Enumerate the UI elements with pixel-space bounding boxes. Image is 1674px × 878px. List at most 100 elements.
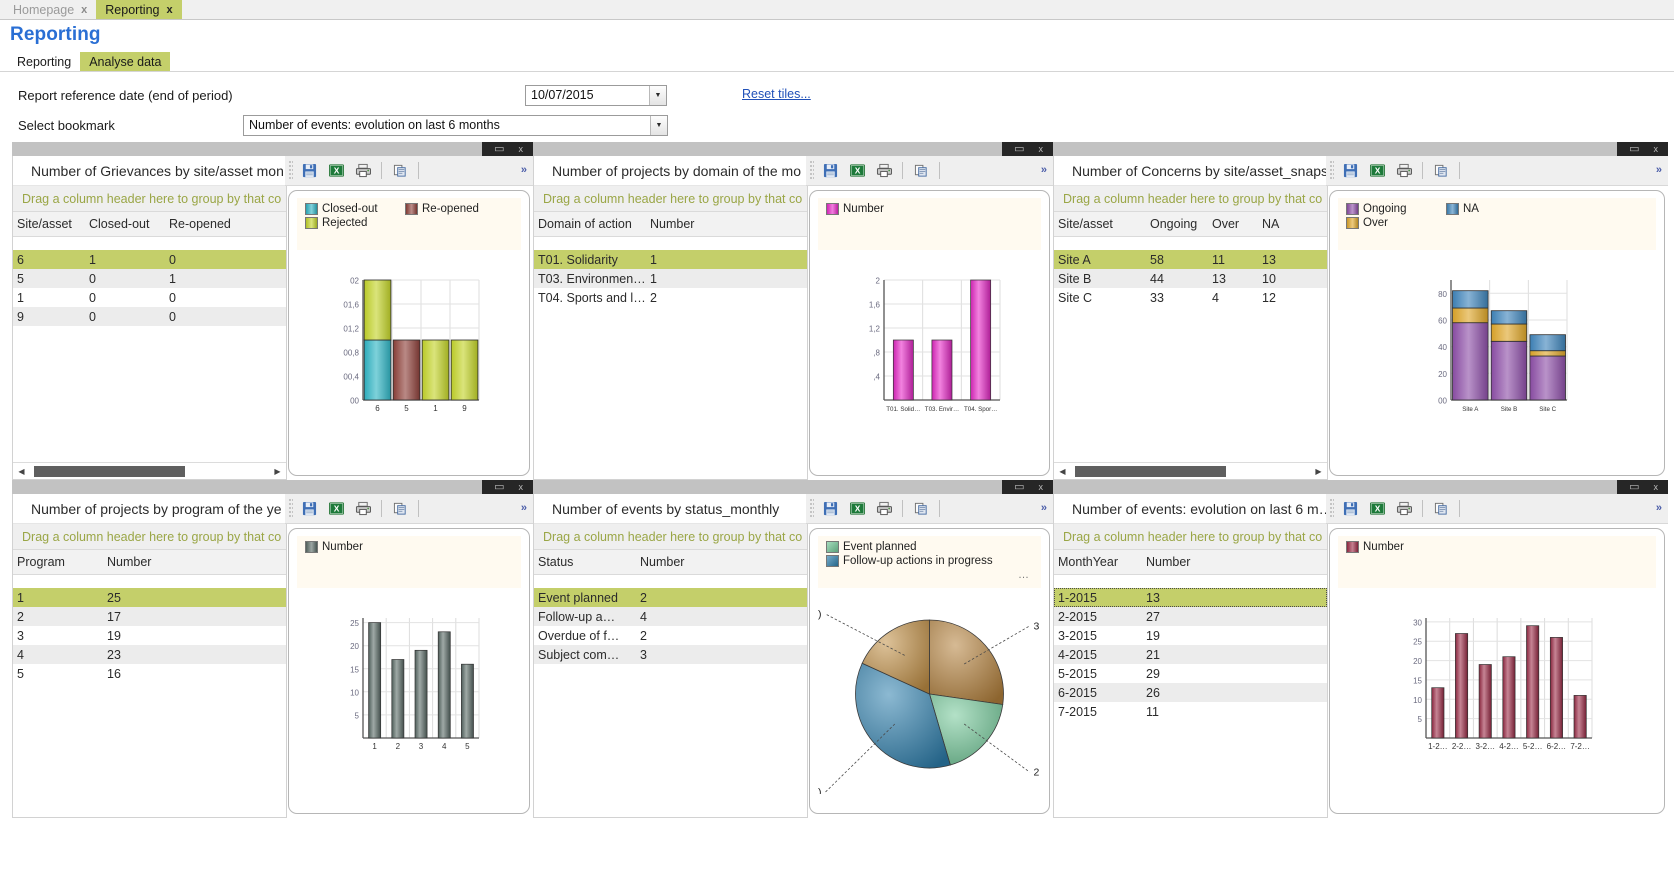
table-row[interactable]: 5 16 (13, 664, 286, 683)
table-row[interactable]: 3-2015 19 (1054, 626, 1327, 645)
table-row[interactable]: 4 23 (13, 645, 286, 664)
print-icon[interactable] (873, 160, 895, 182)
table-row[interactable]: 3 19 (13, 626, 286, 645)
save-icon[interactable] (1339, 160, 1361, 182)
print-icon[interactable] (873, 498, 895, 520)
group-by-dropzone[interactable]: Drag a column header here to group by th… (534, 524, 807, 550)
excel-export-icon[interactable]: X (325, 160, 347, 182)
table-row[interactable]: Follow-up a… 4 (534, 607, 807, 626)
table-row[interactable]: 2 17 (13, 607, 286, 626)
table-row[interactable]: 6-2015 26 (1054, 683, 1327, 702)
horizontal-scrollbar[interactable]: ◀ ▶ (13, 462, 286, 479)
reset-tiles-link[interactable]: Reset tiles... (742, 87, 811, 101)
copy-icon[interactable] (910, 160, 932, 182)
copy-icon[interactable] (389, 160, 411, 182)
column-header[interactable]: Number (1142, 555, 1212, 569)
scroll-right-icon[interactable]: ▶ (271, 467, 284, 476)
table-row[interactable]: 6 1 0 (13, 250, 286, 269)
maximize-icon[interactable]: ▭ (1629, 481, 1639, 493)
scroll-left-icon[interactable]: ◀ (15, 467, 28, 476)
maximize-icon[interactable]: ▭ (1014, 143, 1024, 155)
scroll-left-icon[interactable]: ◀ (1056, 467, 1069, 476)
print-icon[interactable] (1393, 160, 1415, 182)
table-row[interactable]: 1 0 0 (13, 288, 286, 307)
table-row[interactable]: Site A 58 11 13 (1054, 250, 1327, 269)
excel-export-icon[interactable]: X (1366, 498, 1388, 520)
scrollbar-thumb[interactable] (34, 465, 185, 477)
expand-toolbar-icon[interactable]: » (521, 164, 527, 176)
save-icon[interactable] (298, 160, 320, 182)
column-header[interactable]: Re-opened (165, 217, 260, 231)
column-header[interactable]: Site/asset (13, 217, 85, 231)
excel-export-icon[interactable]: X (846, 498, 868, 520)
tab-analyse-data[interactable]: Analyse data (80, 52, 171, 71)
column-header[interactable]: Number (103, 555, 183, 569)
table-row[interactable]: T01. Solidarity 1 (534, 250, 807, 269)
column-header[interactable]: Number (646, 217, 716, 231)
table-row[interactable]: 5 0 1 (13, 269, 286, 288)
table-row[interactable]: 9 0 0 (13, 307, 286, 326)
expand-toolbar-icon[interactable]: » (1041, 164, 1047, 176)
expand-toolbar-icon[interactable]: » (1656, 502, 1662, 514)
column-header[interactable]: Domain of action (534, 217, 646, 231)
copy-icon[interactable] (1430, 160, 1452, 182)
group-by-dropzone[interactable]: Drag a column header here to group by th… (1054, 524, 1327, 550)
table-row[interactable]: Site B 44 13 10 (1054, 269, 1327, 288)
column-header[interactable]: Program (13, 555, 103, 569)
save-icon[interactable] (819, 160, 841, 182)
save-icon[interactable] (819, 498, 841, 520)
maximize-icon[interactable]: ▭ (494, 143, 504, 155)
table-row[interactable]: 1-2015 13 (1054, 588, 1327, 607)
close-icon[interactable]: x (1039, 482, 1044, 492)
column-header[interactable]: NA (1258, 217, 1308, 231)
close-icon[interactable]: x (519, 144, 524, 154)
maximize-icon[interactable]: ▭ (1014, 481, 1024, 493)
table-row[interactable]: 1 25 (13, 588, 286, 607)
toolbar-grip[interactable] (810, 498, 814, 519)
close-icon[interactable]: x (519, 482, 524, 492)
table-row[interactable]: Subject com… 3 (534, 645, 807, 664)
maximize-icon[interactable]: ▭ (1629, 143, 1639, 155)
tab-homepage[interactable]: Homepage x (4, 0, 97, 19)
table-row[interactable]: 5-2015 29 (1054, 664, 1327, 683)
chevron-down-icon[interactable]: ▼ (649, 85, 666, 105)
close-icon[interactable]: x (81, 4, 87, 16)
scrollbar-thumb[interactable] (1075, 465, 1226, 477)
column-header[interactable]: Closed-out (85, 217, 165, 231)
group-by-dropzone[interactable]: Drag a column header here to group by th… (13, 524, 286, 550)
toolbar-grip[interactable] (810, 160, 814, 181)
copy-icon[interactable] (389, 498, 411, 520)
toolbar-grip[interactable] (1330, 498, 1334, 519)
table-row[interactable]: T03. Environmen… 1 (534, 269, 807, 288)
print-icon[interactable] (352, 498, 374, 520)
group-by-dropzone[interactable]: Drag a column header here to group by th… (534, 186, 807, 212)
close-icon[interactable]: x (166, 4, 172, 16)
expand-toolbar-icon[interactable]: » (1041, 502, 1047, 514)
close-icon[interactable]: x (1654, 482, 1659, 492)
print-icon[interactable] (1393, 498, 1415, 520)
save-icon[interactable] (298, 498, 320, 520)
expand-toolbar-icon[interactable]: » (521, 502, 527, 514)
excel-export-icon[interactable]: X (846, 160, 868, 182)
table-row[interactable]: 4-2015 21 (1054, 645, 1327, 664)
table-row[interactable]: Site C 33 4 12 (1054, 288, 1327, 307)
scrollbar-track[interactable] (1069, 465, 1312, 477)
maximize-icon[interactable]: ▭ (494, 481, 504, 493)
column-header[interactable]: Site/asset (1054, 217, 1146, 231)
table-row[interactable]: 7-2015 11 (1054, 702, 1327, 721)
column-header[interactable]: Number (636, 555, 706, 569)
table-row[interactable]: Overdue of f… 2 (534, 626, 807, 645)
print-icon[interactable] (352, 160, 374, 182)
excel-export-icon[interactable]: X (325, 498, 347, 520)
expand-toolbar-icon[interactable]: » (1656, 164, 1662, 176)
column-header[interactable]: Over (1208, 217, 1258, 231)
report-date-select[interactable]: 10/07/2015 ▼ (525, 84, 667, 106)
excel-export-icon[interactable]: X (1366, 160, 1388, 182)
group-by-dropzone[interactable]: Drag a column header here to group by th… (1054, 186, 1327, 212)
copy-icon[interactable] (1430, 498, 1452, 520)
close-icon[interactable]: x (1654, 144, 1659, 154)
close-icon[interactable]: x (1039, 144, 1044, 154)
copy-icon[interactable] (910, 498, 932, 520)
toolbar-grip[interactable] (289, 160, 293, 181)
chevron-down-icon[interactable]: ▼ (650, 115, 667, 135)
